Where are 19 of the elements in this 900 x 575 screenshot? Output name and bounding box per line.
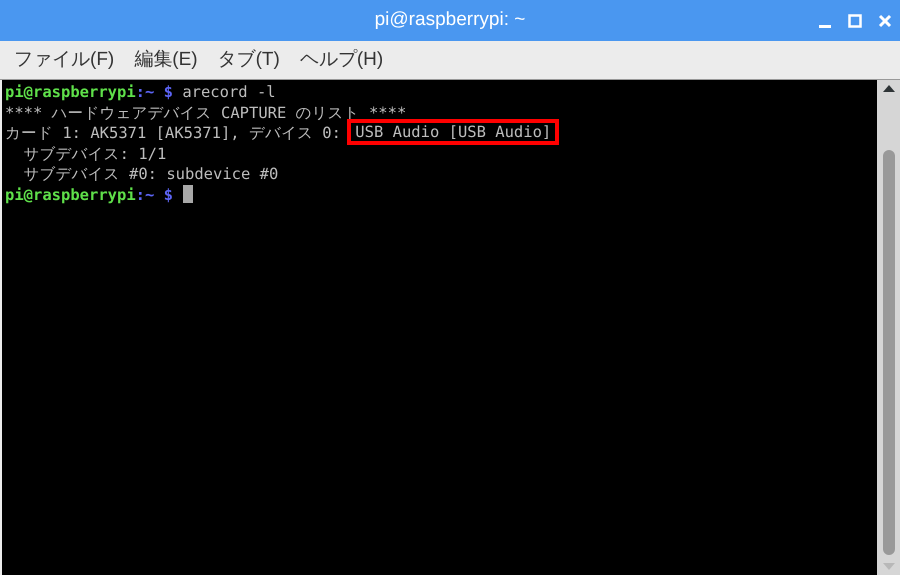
menu-item[interactable]: ヘルプ(H) — [296, 46, 388, 74]
scroll-up-icon[interactable] — [882, 84, 894, 92]
menu-item[interactable]: ファイル(F) — [10, 46, 118, 74]
text-cursor — [182, 184, 193, 203]
output-text: arecord -l — [181, 83, 276, 101]
prompt-text: pi@raspberrypi — [5, 83, 136, 101]
menu-item[interactable]: 編集(E) — [130, 46, 202, 74]
prompt-path: :~ $ — [136, 186, 173, 204]
window-title: pi@raspberrypi: ~ — [374, 8, 526, 32]
highlighted-text: USB Audio [USB Audio] — [347, 119, 560, 146]
prompt-text: pi@raspberrypi — [5, 186, 136, 204]
menu-item[interactable]: タブ(T) — [214, 46, 284, 74]
output-text: サブデバイス #0: subdevice #0 — [22, 165, 278, 184]
output-text: サブデバイス: 1/1 — [22, 144, 166, 163]
maximize-icon[interactable] — [848, 14, 862, 28]
prompt-path: :~ $ — [136, 83, 173, 101]
scrollbar-thumb[interactable] — [882, 150, 894, 555]
close-icon[interactable] — [878, 14, 892, 28]
output-text: カード 1: AK5371 [AK5371], デバイス 0: — [5, 124, 342, 142]
